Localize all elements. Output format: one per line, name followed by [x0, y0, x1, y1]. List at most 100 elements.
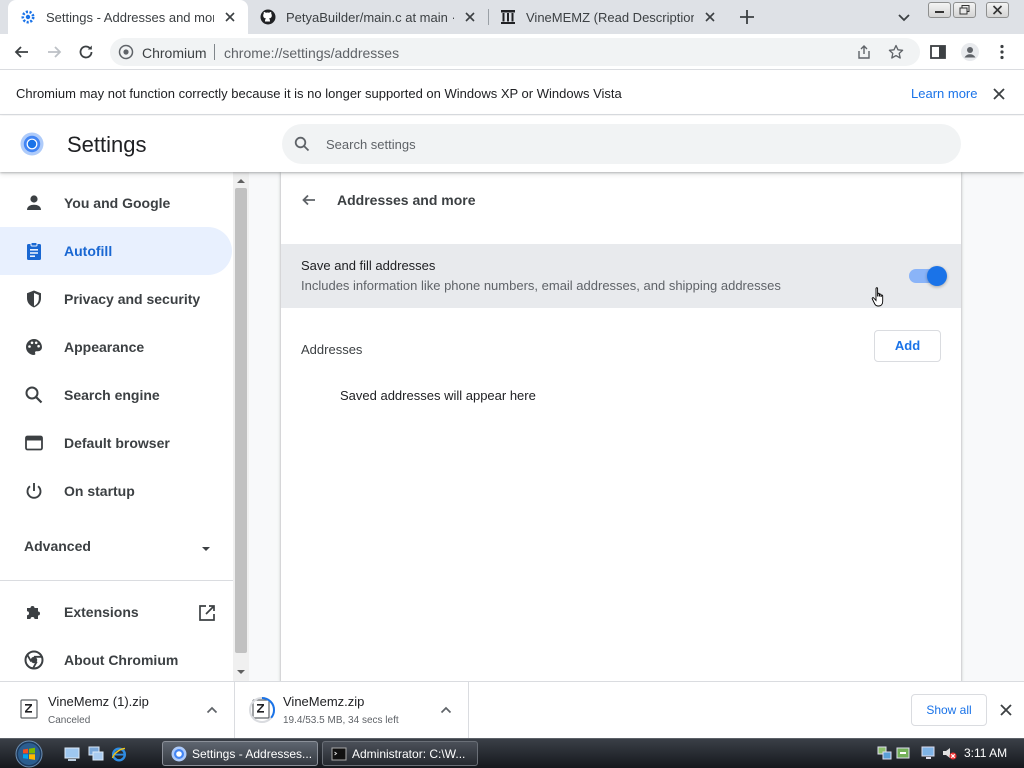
sidebar-item-default-browser[interactable]: Default browser: [0, 419, 232, 467]
tray-safely-remove-icon[interactable]: [895, 745, 911, 761]
settings-sidebar: You and Google Autofill Privacy and secu…: [0, 172, 233, 681]
download-status: Canceled: [48, 715, 91, 726]
forward-arrow-icon[interactable]: [44, 42, 64, 62]
tab-title: PetyaBuilder/main.c at main · Hil: [286, 9, 454, 25]
share-icon[interactable]: [856, 44, 872, 60]
omnibox-url[interactable]: chrome://settings/addresses: [224, 45, 399, 61]
internet-explorer-icon[interactable]: [111, 746, 127, 762]
toggle-knob: [927, 266, 947, 286]
toggle-description: Includes information like phone numbers,…: [301, 278, 781, 293]
search-icon: [294, 136, 310, 152]
tray-volume-muted-icon[interactable]: [941, 745, 957, 761]
windows-taskbar: Settings - Addresses... Administrator: C…: [0, 738, 1024, 768]
download-progress-ring: [249, 697, 275, 723]
windows-start-orb-icon[interactable]: [9, 740, 49, 768]
chevron-up-icon[interactable]: [439, 703, 453, 717]
learn-more-link[interactable]: Learn more: [911, 86, 977, 101]
sidebar-item-autofill[interactable]: Autofill: [0, 227, 232, 275]
new-tab-plus-icon[interactable]: [737, 7, 757, 27]
minimize-window-button[interactable]: [928, 2, 951, 18]
profile-avatar-icon[interactable]: [960, 42, 980, 62]
sidebar-item-label: Autofill: [64, 243, 113, 259]
show-all-downloads-button[interactable]: Show all: [911, 694, 987, 726]
reload-icon[interactable]: [76, 42, 96, 62]
sidebar-item-about-chromium[interactable]: About Chromium: [0, 636, 232, 681]
close-window-button[interactable]: [986, 2, 1009, 18]
show-desktop-icon[interactable]: [64, 746, 80, 762]
tab-archive[interactable]: VineMEMZ (Read Description) : F: [488, 0, 728, 34]
back-arrow-icon[interactable]: [12, 42, 32, 62]
sidebar-item-label: Search engine: [64, 387, 160, 403]
chromium-logo-icon: [24, 650, 44, 670]
address-bar[interactable]: Chromium chrome://settings/addresses: [110, 38, 920, 66]
sidebar-item-you-and-google[interactable]: You and Google: [0, 179, 232, 227]
taskbar-clock: 3:11 AM: [964, 746, 1008, 760]
side-panel-icon[interactable]: [928, 42, 948, 62]
chromium-logo-icon: [171, 746, 187, 761]
browser-window-icon: [25, 435, 43, 451]
search-icon: [25, 386, 43, 404]
restore-window-button[interactable]: [953, 2, 976, 18]
person-icon: [27, 195, 41, 210]
bookmark-star-icon[interactable]: [888, 44, 904, 60]
tray-network-icon[interactable]: [877, 745, 893, 761]
sidebar-scrollbar[interactable]: [233, 172, 249, 681]
site-info-icon[interactable]: [118, 44, 134, 60]
download-filename: VineMemz (1).zip: [48, 694, 149, 709]
tab-close-icon[interactable]: [462, 9, 478, 25]
unsupported-os-infobar: Chromium may not function correctly beca…: [0, 71, 1024, 115]
subpage-title: Addresses and more: [337, 192, 476, 208]
palette-icon: [26, 339, 42, 355]
command-prompt-icon: [331, 747, 347, 760]
sidebar-item-label: Extensions: [64, 604, 139, 620]
close-icon[interactable]: [991, 86, 1007, 102]
settings-search-box[interactable]: [282, 124, 961, 164]
tab-strip: Settings - Addresses and more PetyaBuild…: [0, 0, 1024, 34]
close-icon[interactable]: [998, 702, 1014, 718]
sidebar-item-label: You and Google: [64, 195, 171, 211]
sidebar-item-search-engine[interactable]: Search engine: [0, 371, 232, 419]
tab-github[interactable]: PetyaBuilder/main.c at main · Hil: [248, 0, 488, 34]
empty-addresses-message: Saved addresses will appear here: [340, 388, 536, 403]
omnibox-divider: [214, 44, 215, 60]
taskbar-chromium-button[interactable]: Settings - Addresses...: [162, 741, 318, 766]
chevron-down-icon[interactable]: [198, 541, 214, 557]
open-in-new-icon[interactable]: [198, 604, 216, 622]
sidebar-advanced-toggle[interactable]: Advanced: [24, 538, 214, 556]
settings-content: You and Google Autofill Privacy and secu…: [0, 172, 1024, 681]
archive-icon: [501, 10, 515, 24]
chevron-up-icon[interactable]: [205, 703, 219, 717]
sidebar-item-label: Privacy and security: [64, 291, 201, 307]
sidebar-item-label: On startup: [64, 483, 135, 499]
tab-close-icon[interactable]: [702, 9, 718, 25]
more-menu-icon[interactable]: [992, 42, 1012, 62]
sidebar-item-appearance[interactable]: Appearance: [0, 323, 232, 371]
download-filename: VineMemz.zip: [283, 694, 365, 709]
download-status: 19.4/53.5 MB, 34 secs left: [283, 715, 399, 726]
tab-settings[interactable]: Settings - Addresses and more: [8, 0, 248, 34]
sidebar-item-label: Appearance: [64, 339, 145, 355]
save-addresses-toggle[interactable]: [909, 266, 947, 286]
browser-toolbar: Chromium chrome://settings/addresses: [0, 34, 1024, 70]
back-arrow-icon[interactable]: [299, 190, 319, 210]
sidebar-item-privacy-and-security[interactable]: Privacy and security: [0, 275, 232, 323]
switch-windows-icon[interactable]: [88, 746, 104, 762]
gear-icon: [21, 10, 35, 24]
sidebar-item-label: Default browser: [64, 435, 170, 451]
tab-close-icon[interactable]: [222, 9, 238, 25]
taskbar-cmd-button[interactable]: Administrator: C:\W...: [322, 741, 478, 766]
add-address-button[interactable]: Add: [874, 330, 941, 362]
save-addresses-row[interactable]: Save and fill addresses Includes informa…: [281, 244, 961, 308]
download-item[interactable]: VineMemz (1).zip Canceled: [0, 682, 235, 738]
github-icon: [260, 9, 276, 25]
scroll-up-arrow-icon[interactable]: [237, 177, 245, 185]
sidebar-item-on-startup[interactable]: On startup: [0, 467, 232, 515]
tray-monitor-icon[interactable]: [921, 745, 937, 761]
tab-search-chevron-icon[interactable]: [896, 9, 912, 25]
scroll-down-arrow-icon[interactable]: [237, 668, 245, 676]
power-icon: [26, 483, 42, 499]
scrollbar-thumb[interactable]: [235, 188, 247, 653]
tab-title: VineMEMZ (Read Description) : F: [526, 9, 694, 25]
search-input[interactable]: [326, 124, 926, 164]
settings-header: Settings: [0, 116, 1024, 172]
